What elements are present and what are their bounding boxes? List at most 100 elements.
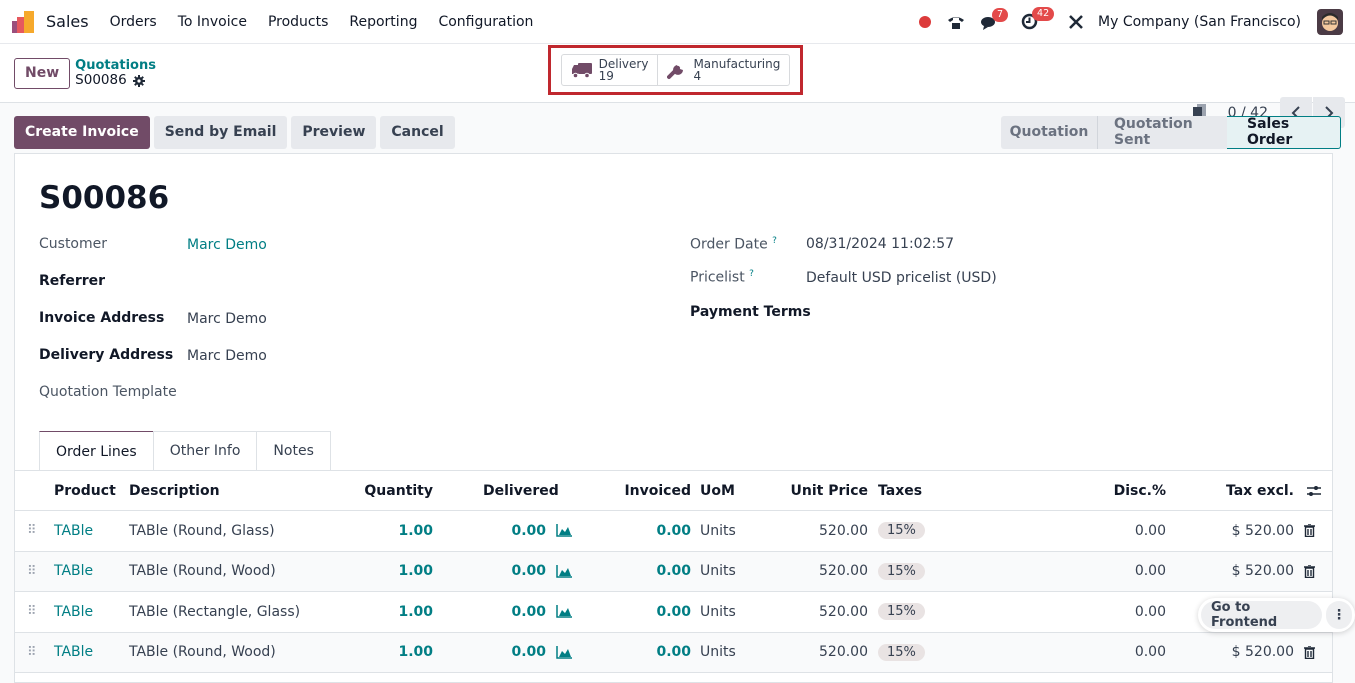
more-options-icon[interactable]: ⋮	[1326, 601, 1352, 629]
menu-to-invoice[interactable]: To Invoice	[178, 14, 247, 30]
company-switcher[interactable]: My Company (San Francisco)	[1098, 14, 1301, 30]
col-delivered[interactable]: Delivered	[483, 483, 559, 499]
gear-icon[interactable]	[132, 74, 145, 87]
pricelist-value[interactable]: Default USD pricelist (USD)	[806, 270, 997, 286]
product-cell[interactable]: TABle	[54, 563, 93, 579]
unit-price-cell[interactable]: 520.00	[819, 523, 868, 539]
invoiced-cell[interactable]: 0.00	[656, 563, 691, 579]
description-cell[interactable]: TABle (Rectangle, Glass)	[129, 604, 300, 620]
unit-price-cell[interactable]: 520.00	[819, 604, 868, 620]
drag-handle-icon[interactable]: ⠿	[27, 564, 37, 579]
form-sheet: S00086 Customer Marc Demo Referrer Invoi…	[14, 153, 1333, 683]
col-tax-excl[interactable]: Tax excl.	[1226, 483, 1294, 499]
tab-notes[interactable]: Notes	[256, 431, 331, 470]
uom-cell[interactable]: Units	[700, 604, 736, 620]
tax-badge[interactable]: 15%	[878, 562, 925, 580]
col-uom[interactable]: UoM	[700, 483, 735, 499]
phone-icon[interactable]	[947, 14, 965, 30]
preview-button[interactable]: Preview	[291, 115, 377, 149]
col-description[interactable]: Description	[129, 483, 220, 499]
forecast-chart-icon[interactable]	[556, 605, 572, 618]
discount-cell[interactable]: 0.00	[1135, 563, 1166, 579]
product-cell[interactable]: TABle	[54, 644, 93, 660]
app-name[interactable]: Sales	[46, 12, 89, 31]
drag-handle-icon[interactable]: ⠿	[27, 645, 37, 660]
invoice-address-value[interactable]: Marc Demo	[187, 311, 267, 327]
menu-reporting[interactable]: Reporting	[349, 14, 417, 30]
delivered-cell[interactable]: 0.00	[511, 523, 546, 539]
discount-cell[interactable]: 0.00	[1135, 523, 1166, 539]
status-sales-order[interactable]: Sales Order	[1227, 115, 1341, 149]
send-by-email-button[interactable]: Send by Email	[153, 115, 288, 149]
description-cell[interactable]: TABle (Round, Wood)	[129, 644, 276, 660]
description-cell[interactable]: TABle (Round, Glass)	[129, 523, 275, 539]
uom-cell[interactable]: Units	[700, 523, 736, 539]
go-to-frontend-button[interactable]: Go to Frontend	[1201, 600, 1323, 630]
status-quotation-sent[interactable]: Quotation Sent	[1097, 115, 1227, 149]
chat-icon[interactable]: 7	[981, 7, 1009, 30]
delivered-cell[interactable]: 0.00	[511, 563, 546, 579]
product-cell[interactable]: TABle	[54, 604, 93, 620]
delivery-address-value[interactable]: Marc Demo	[187, 348, 267, 364]
col-invoiced[interactable]: Invoiced	[624, 483, 691, 499]
tax-badge[interactable]: 15%	[878, 603, 925, 621]
delivery-smart-button[interactable]: Delivery 19	[562, 55, 658, 85]
trash-icon[interactable]	[1304, 564, 1315, 578]
quantity-cell[interactable]: 1.00	[398, 604, 433, 620]
quantity-cell[interactable]: 1.00	[398, 644, 433, 660]
col-taxes[interactable]: Taxes	[878, 483, 922, 499]
unit-price-cell[interactable]: 520.00	[819, 644, 868, 660]
invoiced-cell[interactable]: 0.00	[656, 523, 691, 539]
invoiced-cell[interactable]: 0.00	[656, 604, 691, 620]
tools-icon[interactable]	[1068, 14, 1084, 30]
tax-badge[interactable]: 15%	[878, 522, 925, 540]
col-quantity[interactable]: Quantity	[364, 483, 433, 499]
quantity-cell[interactable]: 1.00	[398, 563, 433, 579]
uom-cell[interactable]: Units	[700, 644, 736, 660]
discount-cell[interactable]: 0.00	[1135, 604, 1166, 620]
uom-cell[interactable]: Units	[700, 563, 736, 579]
menu-configuration[interactable]: Configuration	[438, 14, 533, 30]
new-button[interactable]: New	[14, 57, 71, 89]
create-invoice-button[interactable]: Create Invoice	[14, 115, 150, 149]
invoiced-cell[interactable]: 0.00	[656, 644, 691, 660]
order-date-value[interactable]: 08/31/2024 11:02:57	[806, 236, 954, 252]
table-row[interactable]: ⠿ TABle TABle (Rectangle, Glass) 1.00 0.…	[15, 592, 1332, 633]
quantity-cell[interactable]: 1.00	[398, 523, 433, 539]
table-row[interactable]: ⠿ TABle TABle (Round, Wood) 1.00 0.00 0.…	[15, 551, 1332, 592]
trash-icon[interactable]	[1304, 524, 1315, 538]
delivered-cell[interactable]: 0.00	[511, 644, 546, 660]
col-unit-price[interactable]: Unit Price	[791, 483, 868, 499]
tax-badge[interactable]: 15%	[878, 643, 925, 661]
sales-app-logo-icon[interactable]	[12, 10, 36, 33]
trash-icon[interactable]	[1304, 645, 1315, 659]
optional-columns-icon[interactable]	[1307, 485, 1321, 497]
table-row[interactable]: ⠿ TABle TABle (Round, Wood) 1.00 0.00 0.…	[15, 632, 1332, 673]
status-quotation[interactable]: Quotation	[1001, 115, 1097, 149]
menu-products[interactable]: Products	[268, 14, 328, 30]
unit-price-cell[interactable]: 520.00	[819, 563, 868, 579]
forecast-chart-icon[interactable]	[556, 524, 572, 537]
col-discount[interactable]: Disc.%	[1114, 483, 1166, 499]
description-cell[interactable]: TABle (Round, Wood)	[129, 563, 276, 579]
clock-icon[interactable]: 42	[1021, 7, 1055, 30]
discount-cell[interactable]: 0.00	[1135, 644, 1166, 660]
product-cell[interactable]: TABle	[54, 523, 93, 539]
breadcrumb-quotations-link[interactable]: Quotations	[75, 58, 156, 73]
menu-orders[interactable]: Orders	[110, 14, 157, 30]
table-row[interactable]: ⠿ TABle TABle (Round, Glass) 1.00 0.00 0…	[15, 511, 1332, 552]
drag-handle-icon[interactable]: ⠿	[27, 604, 37, 619]
user-avatar[interactable]	[1317, 8, 1343, 35]
drag-handle-icon[interactable]: ⠿	[27, 523, 37, 538]
cancel-button[interactable]: Cancel	[380, 115, 455, 149]
delivered-cell[interactable]: 0.00	[511, 604, 546, 620]
truck-icon	[571, 63, 592, 79]
forecast-chart-icon[interactable]	[556, 564, 572, 578]
col-product[interactable]: Product	[54, 483, 116, 499]
customer-value[interactable]: Marc Demo	[187, 237, 267, 253]
tab-other-info[interactable]: Other Info	[152, 431, 258, 470]
forecast-chart-icon[interactable]	[556, 645, 572, 659]
manufacturing-smart-button[interactable]: Manufacturing 4	[657, 55, 789, 85]
tab-order-lines[interactable]: Order Lines	[39, 431, 154, 471]
record-dot-icon[interactable]	[919, 15, 932, 28]
